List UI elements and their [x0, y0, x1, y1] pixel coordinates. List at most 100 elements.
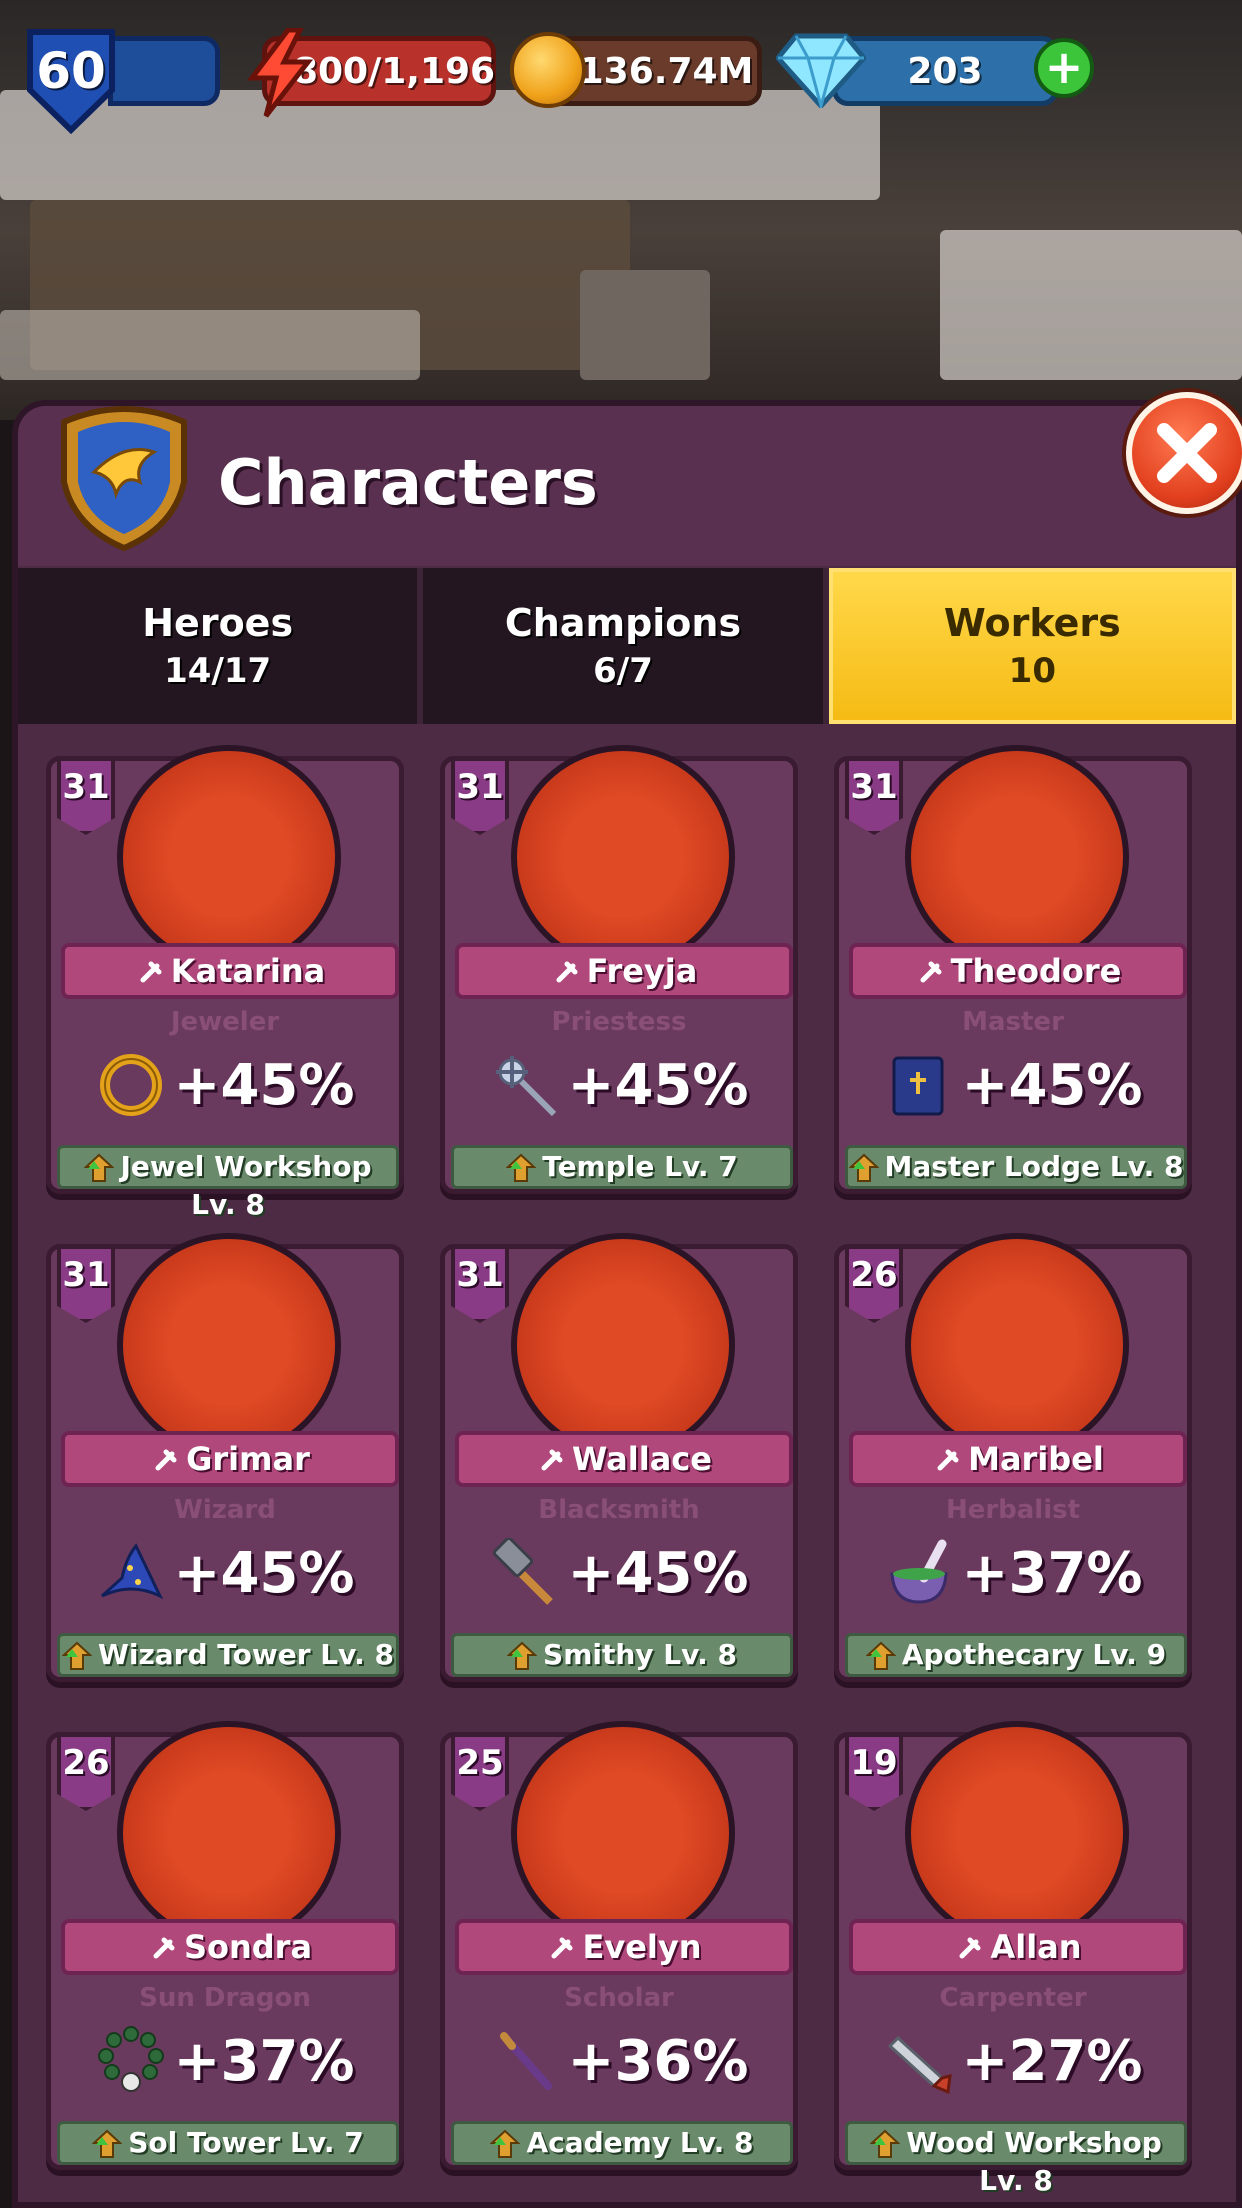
building-upgrade-icon: [506, 1153, 537, 1182]
worker-bonus: +37%: [839, 1533, 1187, 1613]
worker-building-bar: Temple Lv. 7: [451, 1145, 793, 1189]
beads-icon: [96, 2026, 166, 2096]
worker-card-freyja[interactable]: 31 Freyja Priestess +45% Temple Lv. 7: [440, 745, 798, 1194]
building-name: Master Lodge Lv. 8: [884, 1150, 1184, 1183]
bonus-value: +36%: [567, 2028, 749, 2094]
hammer-small-icon: [155, 1449, 177, 1471]
worker-card-wallace[interactable]: 31 Wallace Blacksmith +45% Smithy Lv. 8: [440, 1233, 798, 1682]
building-upgrade-icon: [865, 1641, 896, 1670]
worker-card-maribel[interactable]: 26 Maribel Herbalist +37% Apothecary Lv. 9: [834, 1233, 1192, 1682]
hammer-small-icon: [920, 961, 942, 983]
worker-name-ribbon: Allan: [849, 1919, 1187, 1975]
worker-building-bar: Jewel Workshop Lv. 8: [57, 1145, 399, 1221]
worker-name: Theodore: [950, 952, 1122, 990]
worker-bonus: +36%: [445, 2021, 793, 2101]
player-level: 60: [36, 42, 106, 100]
worker-role: Wizard: [174, 1495, 276, 1525]
worker-level-badge: 31: [845, 757, 903, 835]
worker-bonus: +45%: [51, 1045, 399, 1125]
tab-label: Champions: [504, 601, 742, 645]
bonus-value: +27%: [961, 2028, 1143, 2094]
worker-bonus: +45%: [51, 1533, 399, 1613]
worker-role: Carpenter: [939, 1983, 1087, 2013]
worker-name-ribbon: Grimar: [61, 1431, 399, 1487]
worker-building-bar: Smithy Lv. 8: [451, 1633, 793, 1677]
building-upgrade-icon: [870, 2129, 901, 2158]
bonus-value: +37%: [961, 1540, 1143, 1606]
tab-count: 10: [1008, 651, 1056, 691]
worker-name-ribbon: Theodore: [849, 943, 1187, 999]
worker-portrait: [905, 1721, 1129, 1945]
tab-champions[interactable]: Champions 6/7: [423, 568, 829, 724]
tab-workers[interactable]: Workers 10: [828, 568, 1236, 724]
worker-name-ribbon: Maribel: [849, 1431, 1187, 1487]
tab-label: Heroes: [142, 601, 294, 645]
worker-card-allan[interactable]: 19 Allan Carpenter +27% Wood Workshop Lv. 8: [834, 1721, 1192, 2197]
worker-card-evelyn[interactable]: 25 Evelyn Scholar +36% Academy Lv. 8: [440, 1721, 798, 2170]
worker-name-ribbon: Evelyn: [455, 1919, 793, 1975]
building-name: Sol Tower Lv. 7: [128, 2126, 364, 2159]
worker-role: Blacksmith: [538, 1495, 700, 1525]
gold-coin-icon: [510, 32, 586, 108]
top-hud: 60 800/1,196 136.74M 203 +: [0, 28, 1242, 138]
worker-building-bar: Wood Workshop Lv. 8: [845, 2121, 1187, 2197]
worker-role: Scholar: [564, 1983, 674, 2013]
bonus-value: +45%: [567, 1052, 749, 1118]
tab-heroes[interactable]: Heroes 14/17: [18, 568, 424, 724]
ring-icon: [96, 1050, 166, 1120]
bonus-value: +45%: [567, 1540, 749, 1606]
bonus-value: +45%: [173, 1540, 355, 1606]
worker-portrait: [905, 745, 1129, 969]
wizard-hat-icon: [96, 1538, 166, 1608]
tab-label: Workers: [943, 601, 1121, 645]
saw-icon: [884, 2026, 954, 2096]
worker-portrait: [511, 1233, 735, 1457]
worker-level-badge: 31: [451, 1245, 509, 1323]
building-upgrade-icon: [490, 2129, 521, 2158]
wand-icon: [490, 2026, 560, 2096]
building-name: Temple Lv. 7: [542, 1150, 738, 1183]
worker-portrait: [511, 745, 735, 969]
worker-level-badge: 25: [451, 1733, 509, 1811]
hammer-small-icon: [937, 1449, 959, 1471]
worker-card-theodore[interactable]: 31 Theodore Master +45% Master Lodge Lv. 8: [834, 745, 1192, 1194]
hammer-small-icon: [959, 1937, 981, 1959]
building-upgrade-icon: [507, 1641, 538, 1670]
building-upgrade-icon: [92, 2129, 123, 2158]
worker-card-katarina[interactable]: 31 Katarina Jeweler +45% Jewel Workshop Lv. …: [46, 745, 404, 1221]
worker-portrait: [905, 1233, 1129, 1457]
character-tabs: Heroes 14/17 Champions 6/7 Workers 10: [18, 568, 1236, 724]
worker-bonus: +45%: [839, 1045, 1187, 1125]
worker-name: Allan: [990, 1928, 1082, 1966]
worker-level-badge: 19: [845, 1733, 903, 1811]
energy-bolt-icon: [247, 28, 314, 118]
worker-portrait: [117, 1233, 341, 1457]
building-upgrade-icon: [848, 1153, 879, 1182]
close-button[interactable]: [1126, 392, 1242, 514]
worker-portrait: [511, 1721, 735, 1945]
gem-value: 203: [907, 50, 983, 92]
worker-level-badge: 26: [845, 1245, 903, 1323]
panel-title: Characters: [218, 446, 598, 519]
bonus-value: +37%: [173, 2028, 355, 2094]
worker-building-bar: Master Lodge Lv. 8: [845, 1145, 1187, 1189]
xp-bar: [108, 36, 220, 106]
worker-building-bar: Apothecary Lv. 9: [845, 1633, 1187, 1677]
add-gems-button[interactable]: +: [1034, 38, 1094, 98]
building-upgrade-icon: [84, 1153, 115, 1182]
worker-portrait: [117, 1721, 341, 1945]
worker-level-badge: 26: [57, 1733, 115, 1811]
worker-name: Maribel: [968, 1440, 1104, 1478]
worker-level-badge: 31: [57, 757, 115, 835]
worker-name: Freyja: [586, 952, 698, 990]
bonus-value: +45%: [961, 1052, 1143, 1118]
worker-card-grimar[interactable]: 31 Grimar Wizard +45% Wizard Tower Lv. 8: [46, 1233, 404, 1682]
holy-staff-icon: [490, 1050, 560, 1120]
worker-name-ribbon: Sondra: [61, 1919, 399, 1975]
bonus-value: +45%: [173, 1052, 355, 1118]
hammer-icon: [490, 1536, 560, 1608]
hammer-small-icon: [541, 1449, 563, 1471]
worker-name: Grimar: [186, 1440, 310, 1478]
building-upgrade-icon: [62, 1641, 92, 1670]
worker-card-sondra[interactable]: 26 Sondra Sun Dragon +37% Sol Tower Lv. 7: [46, 1721, 404, 2170]
